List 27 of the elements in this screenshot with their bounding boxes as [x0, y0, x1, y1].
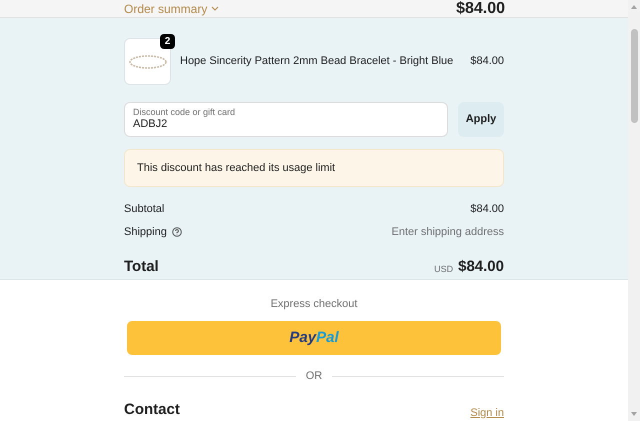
field-label: Discount code or gift card	[133, 107, 236, 118]
scrollbar[interactable]	[628, 0, 640, 421]
summary-value: Enter shipping address	[391, 224, 504, 240]
error-banner: This discount has reached its usage limit	[124, 149, 504, 187]
product-price: $84.00	[470, 54, 504, 70]
currency-code: USD	[434, 263, 454, 276]
express-checkout-heading: Express checkout	[270, 296, 358, 312]
quantity-badge: 2	[160, 34, 175, 49]
scrollbar-thumb[interactable]	[630, 29, 638, 123]
total-amount: $84.00	[458, 257, 504, 277]
help-icon	[172, 227, 182, 237]
paypal-button[interactable]: PayPal	[127, 321, 501, 355]
discount-code-field[interactable]: ADBJ2	[133, 118, 439, 132]
chevron-icon	[211, 6, 220, 12]
apply-button[interactable]: Apply	[458, 102, 504, 137]
summary-value: $84.00	[470, 202, 504, 217]
contact-heading: Contact	[124, 400, 180, 420]
scroll-up-icon	[630, 3, 638, 11]
summary-total: $84.00	[456, 0, 505, 16]
summary-label: Shipping	[124, 224, 167, 240]
or-divider-label: OR	[306, 369, 322, 384]
product-name: Hope Sincerity Pattern 2mm Bead Bracelet - Bright Blue	[180, 54, 454, 70]
bracelet-icon	[128, 54, 168, 70]
discount-field[interactable]: Discount code or gift card ADBJ2	[124, 102, 448, 137]
scroll-down-icon	[630, 410, 638, 418]
total-label: Total	[124, 257, 159, 277]
summary-label: Subtotal	[124, 202, 164, 217]
